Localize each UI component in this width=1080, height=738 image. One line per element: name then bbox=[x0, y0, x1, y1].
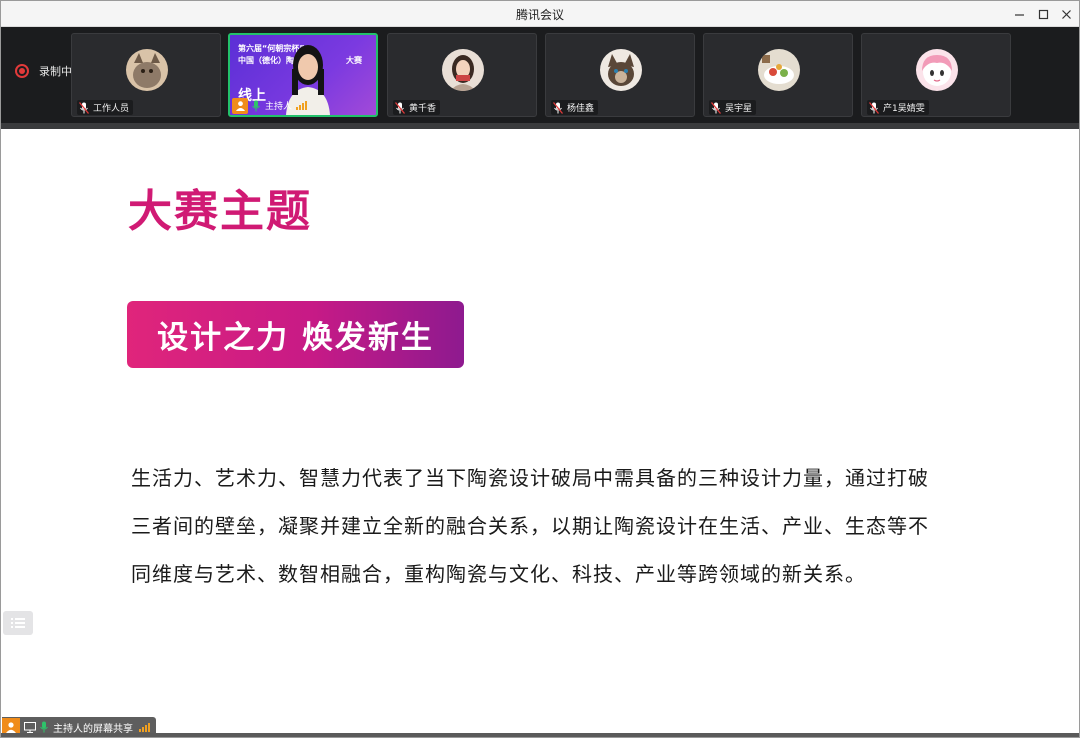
participant-name: 吴宇星 bbox=[725, 104, 753, 114]
slide-title: 大赛主题 bbox=[128, 186, 312, 237]
avatar bbox=[758, 49, 800, 91]
signal-bars-icon bbox=[296, 101, 308, 110]
signal-bars-icon bbox=[139, 722, 150, 732]
mic-muted-icon bbox=[395, 101, 405, 114]
participant-tile[interactable]: 吴宇星 bbox=[703, 33, 853, 117]
slide-paragraph: 生活力、艺术力、智慧力代表了当下陶瓷设计破局中需具备的三种设计力量，通过打破 三… bbox=[131, 454, 961, 598]
theme-text: 设计之力 焕发新生 bbox=[157, 320, 434, 356]
record-icon bbox=[15, 64, 29, 78]
meeting-window: 腾讯会议 录制中 工作人员 第六届“何朝宗杯” 中国（德化）陶瓷 大赛 线上 主… bbox=[0, 0, 1080, 738]
mic-muted-icon bbox=[79, 101, 89, 114]
maximize-button[interactable] bbox=[1033, 4, 1053, 24]
participant-name: 黄千香 bbox=[409, 104, 437, 114]
participant-name: 杨佳鑫 bbox=[567, 104, 595, 114]
close-icon bbox=[1061, 9, 1071, 19]
recording-label: 录制中 bbox=[39, 65, 72, 78]
paragraph-line: 同维度与艺术、数智相融合，重构陶瓷与文化、科技、产业等跨领域的新关系。 bbox=[131, 562, 866, 586]
recording-indicator[interactable]: 录制中 bbox=[15, 62, 72, 80]
participant-nameplate: 工作人员 bbox=[77, 100, 134, 115]
paragraph-line: 生活力、艺术力、智慧力代表了当下陶瓷设计破局中需具备的三种设计力量，通过打破 bbox=[131, 466, 929, 490]
host-video-tile[interactable]: 第六届“何朝宗杯” 中国（德化）陶瓷 大赛 线上 主持人 bbox=[228, 33, 378, 117]
mic-active-icon bbox=[40, 721, 48, 733]
minimize-button[interactable] bbox=[1009, 4, 1029, 24]
screen-share-icon bbox=[24, 721, 36, 733]
minimize-icon bbox=[1014, 13, 1024, 16]
paragraph-line: 三者间的壁垒，凝聚并建立全新的融合关系，以期让陶瓷设计在生活、产业、生态等不 bbox=[131, 514, 929, 538]
participant-nameplate: 杨佳鑫 bbox=[551, 100, 599, 115]
participant-nameplate: 吴宇星 bbox=[709, 100, 757, 115]
mic-active-icon bbox=[252, 100, 260, 111]
avatar bbox=[126, 49, 168, 91]
participant-tile[interactable]: 产1吴婧雯 bbox=[861, 33, 1011, 117]
window-title: 腾讯会议 bbox=[515, 8, 564, 22]
participant-name: 主持人 bbox=[265, 102, 293, 112]
shared-screen: 大赛主题 设计之力 焕发新生 生活力、艺术力、智慧力代表了当下陶瓷设计破局中需具… bbox=[2, 129, 1078, 733]
maximize-icon bbox=[1038, 9, 1048, 19]
list-icon bbox=[11, 618, 25, 628]
mic-muted-icon bbox=[869, 101, 879, 114]
avatar bbox=[600, 49, 642, 91]
window-bottom-edge bbox=[1, 733, 1079, 737]
poster-text: 大赛 bbox=[346, 56, 362, 65]
participant-tile[interactable]: 杨佳鑫 bbox=[545, 33, 695, 117]
avatar bbox=[916, 49, 958, 91]
participant-name: 工作人员 bbox=[93, 104, 130, 114]
participant-nameplate: 黄千香 bbox=[393, 100, 441, 115]
close-button[interactable] bbox=[1056, 4, 1076, 24]
avatar bbox=[442, 49, 484, 91]
participant-nameplate: 产1吴婧雯 bbox=[867, 100, 929, 115]
participant-name: 产1吴婧雯 bbox=[883, 104, 925, 114]
person-icon bbox=[232, 97, 248, 114]
participant-tile[interactable]: 黄千香 bbox=[387, 33, 537, 117]
mic-muted-icon bbox=[553, 101, 563, 114]
title-bar: 腾讯会议 bbox=[1, 1, 1079, 27]
host-nameplate: 主持人 bbox=[232, 97, 308, 114]
participant-list-toggle[interactable] bbox=[3, 611, 33, 635]
participant-tile[interactable]: 工作人员 bbox=[71, 33, 221, 117]
participant-strip: 录制中 工作人员 第六届“何朝宗杯” 中国（德化）陶瓷 大赛 线上 主持人 黄千… bbox=[1, 27, 1079, 123]
theme-banner: 设计之力 焕发新生 bbox=[127, 301, 464, 368]
mic-muted-icon bbox=[711, 101, 721, 114]
